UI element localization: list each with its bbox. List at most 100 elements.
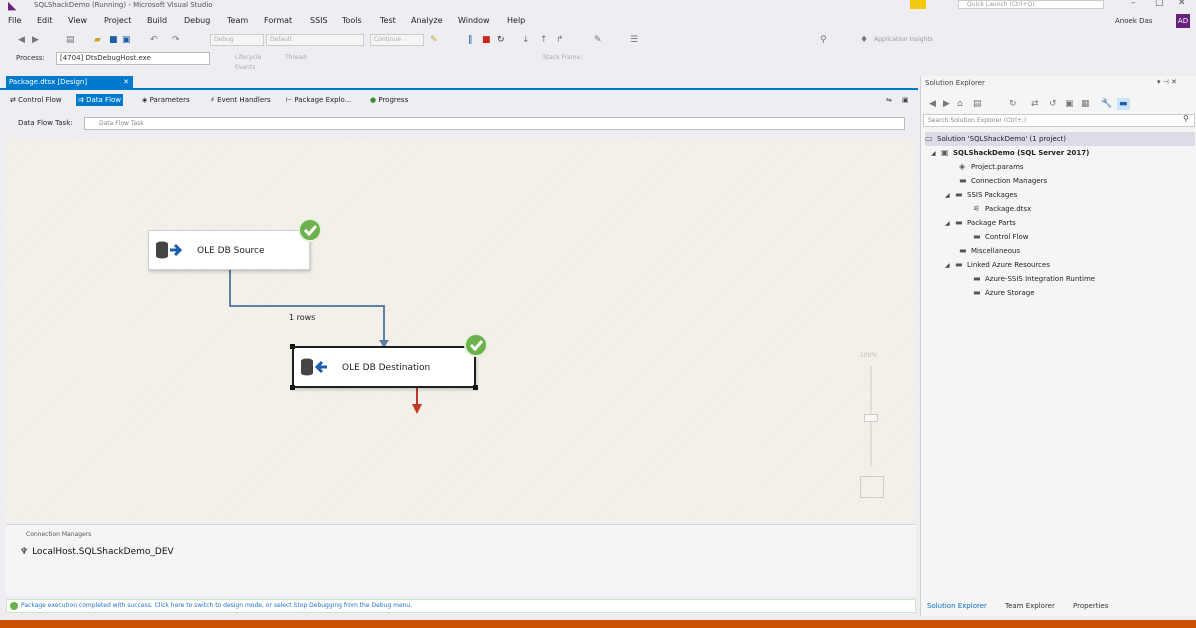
tree-item-linked-azure-resources[interactable]: ◢ ▬ Linked Azure Resources (945, 258, 1050, 272)
new-project-icon[interactable]: ▤ (66, 34, 75, 46)
tab-control-flow[interactable]: ⇄ Control Flow (8, 94, 64, 106)
back-icon[interactable]: ◀ (929, 98, 936, 110)
tree-item-solution[interactable]: ▭ Solution 'SQLShackDemo' (1 project) (925, 132, 1195, 146)
forward-icon[interactable]: ▶ (943, 98, 950, 110)
menu-build[interactable]: Build (147, 16, 167, 25)
ole-db-destination-component[interactable]: OLE DB Destination (292, 346, 476, 388)
tree-item-connection-managers[interactable]: ▬ Connection Managers (959, 174, 1047, 188)
avatar[interactable]: AD (1176, 14, 1190, 28)
home-icon[interactable]: ⌂ (957, 98, 963, 110)
zoom-control[interactable]: 100% (858, 352, 894, 502)
show-all-files-icon[interactable]: ▦ (1081, 98, 1090, 110)
menu-ssis[interactable]: SSIS (310, 16, 328, 25)
refresh-icon[interactable]: ↺ (1049, 98, 1057, 110)
app-insights-button[interactable]: Application Insights (874, 34, 933, 46)
tree-item-azure-storage[interactable]: ▬ Azure Storage (973, 286, 1035, 300)
undo-icon[interactable]: ↶ (150, 34, 158, 46)
configuration-combo[interactable]: Debug (210, 34, 264, 46)
step-into-icon[interactable]: ↓ (522, 34, 530, 46)
menu-team[interactable]: Team (227, 16, 248, 25)
find-icon[interactable]: ⚲ (820, 34, 827, 46)
tree-item-package-dtsx[interactable]: ⚟ Package.dtsx (973, 202, 1031, 216)
app-insights-icon[interactable]: ♦ (860, 34, 868, 46)
save-all-icon[interactable]: ▣ (122, 34, 131, 46)
resize-handle-top-left[interactable] (290, 344, 295, 349)
zoom-slider-thumb[interactable] (864, 414, 878, 422)
open-file-icon[interactable]: ▰ (94, 34, 101, 46)
designer-pin-icon[interactable]: ⇋ (884, 94, 894, 106)
process-combo[interactable]: [4704] DtsDebugHost.exe (56, 52, 210, 65)
save-icon[interactable]: ■ (109, 34, 118, 46)
panel-controls-icon[interactable]: ▾ ⊣ ✕ (1157, 78, 1177, 86)
menu-edit[interactable]: Edit (37, 16, 53, 25)
menu-help[interactable]: Help (507, 16, 525, 25)
attach-icon[interactable]: ✎ (430, 34, 438, 46)
expand-arrow-icon[interactable]: ◢ (931, 147, 941, 161)
expand-arrow-icon[interactable]: ◢ (945, 189, 955, 203)
tab-solution-explorer[interactable]: Solution Explorer (927, 602, 987, 610)
align-icon[interactable]: ☰ (630, 34, 638, 46)
comment-icon[interactable]: ✎ (594, 34, 602, 46)
redo-icon[interactable]: ↷ (172, 34, 180, 46)
menu-view[interactable]: View (68, 16, 87, 25)
ole-db-source-component[interactable]: OLE DB Source (148, 230, 310, 270)
maximize-button[interactable]: □ (1155, 0, 1164, 8)
platform-combo[interactable]: Default (266, 34, 364, 46)
tab-data-flow[interactable]: ⇉ Data Flow (76, 94, 124, 106)
search-icon[interactable]: ⚲ (1183, 114, 1189, 123)
data-path[interactable] (229, 270, 385, 346)
menu-format[interactable]: Format (264, 16, 292, 25)
resize-handle-bottom-right[interactable] (473, 385, 478, 390)
continue-button[interactable]: Continue (370, 34, 424, 46)
tab-parameters[interactable]: ◈ Parameters (140, 94, 192, 106)
tree-item-ssis-packages[interactable]: ◢ ▬ SSIS Packages (945, 188, 1017, 202)
user-name[interactable]: Anoek Das (1115, 17, 1152, 25)
lifecycle-events-button[interactable]: Lifecycle Events (232, 53, 266, 71)
resize-handle-bottom-left[interactable] (290, 385, 295, 390)
pending-changes-icon[interactable]: ↻ (1009, 98, 1017, 110)
tab-progress[interactable]: ● Progress (368, 94, 410, 106)
menu-file[interactable]: File (8, 16, 21, 25)
connection-manager-item[interactable]: ♆ LocalHost.SQLShackDemo_DEV (20, 547, 174, 557)
collapse-all-icon[interactable]: ▣ (1065, 98, 1074, 110)
menu-window[interactable]: Window (458, 16, 490, 25)
menu-tools[interactable]: Tools (342, 16, 362, 25)
expand-arrow-icon[interactable]: ◢ (945, 217, 955, 231)
execution-status-message[interactable]: Package execution completed with success… (6, 599, 916, 613)
tab-team-explorer[interactable]: Team Explorer (1005, 602, 1055, 610)
quick-launch-input[interactable]: Quick Launch (Ctrl+Q) (958, 0, 1104, 9)
close-window-button[interactable]: ✕ (1178, 0, 1186, 8)
tab-properties[interactable]: Properties (1073, 602, 1108, 610)
minimize-button[interactable]: – (1131, 0, 1136, 8)
notification-flag-icon[interactable] (910, 0, 926, 9)
menu-debug[interactable]: Debug (184, 16, 210, 25)
close-tab-icon[interactable]: ✕ (123, 76, 129, 89)
tree-item-project[interactable]: ◢ ▣ SQLShackDemo (SQL Server 2017) (931, 146, 1089, 160)
menu-test[interactable]: Test (380, 16, 396, 25)
designer-options-icon[interactable]: ▣ (900, 94, 911, 106)
expand-arrow-icon[interactable]: ◢ (945, 259, 955, 273)
switch-views-icon[interactable]: ▤ (973, 98, 982, 110)
step-over-icon[interactable]: ↑ (540, 34, 548, 46)
tree-item-project-params[interactable]: ◈ Project.params (959, 160, 1024, 174)
tab-package-design[interactable]: Package.dtsx [Design] ✕ (6, 76, 133, 90)
tab-event-handlers[interactable]: ⚡ Event Handlers (208, 94, 273, 106)
data-flow-task-combo[interactable]: Data Flow Task (84, 117, 905, 130)
menu-analyze[interactable]: Analyze (411, 16, 443, 25)
step-out-icon[interactable]: ↱ (556, 34, 564, 46)
tree-item-control-flow[interactable]: ▬ Control Flow (973, 230, 1029, 244)
stop-debugging-icon[interactable]: ■ (482, 34, 491, 46)
back-icon[interactable]: ◀ (18, 34, 25, 46)
properties-icon[interactable]: 🔧 (1101, 98, 1112, 110)
restart-icon[interactable]: ↻ (497, 34, 505, 46)
forward-icon[interactable]: ▶ (32, 34, 39, 46)
tree-item-azure-ssis-ir[interactable]: ▬ Azure-SSIS Integration Runtime (973, 272, 1095, 286)
zoom-fit-icon[interactable] (860, 476, 884, 498)
solution-search-input[interactable]: Search Solution Explorer (Ctrl+;) (923, 114, 1195, 127)
tree-item-package-parts[interactable]: ◢ ▬ Package Parts (945, 216, 1016, 230)
data-flow-canvas[interactable]: 1 rows OLE DB Source OLE DB Destination … (6, 138, 916, 522)
break-all-icon[interactable]: ‖ (468, 34, 473, 46)
tree-item-miscellaneous[interactable]: ▬ Miscellaneous (959, 244, 1020, 258)
menu-project[interactable]: Project (104, 16, 131, 25)
sync-icon[interactable]: ⇄ (1031, 98, 1039, 110)
